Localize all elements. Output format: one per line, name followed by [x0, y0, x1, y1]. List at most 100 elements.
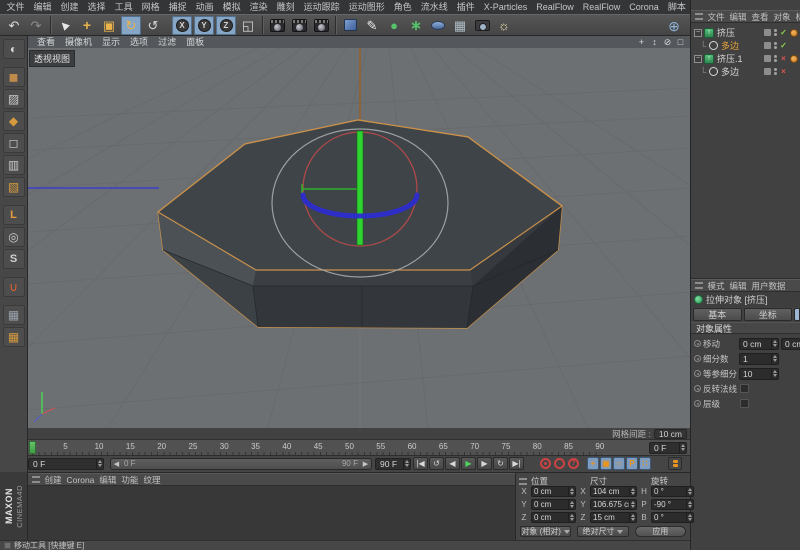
value-field[interactable]: 0 cm [531, 499, 576, 510]
am-menu-用户数据[interactable]: 用户数据 [749, 280, 788, 292]
play-forwards-button[interactable]: ▶ [461, 457, 476, 470]
rotate-view-icon[interactable]: ⊘ [662, 36, 673, 48]
menu-选择[interactable]: 选择 [83, 0, 110, 14]
live-selection-button[interactable]: ▶ [55, 16, 75, 35]
rotate-button[interactable]: ↻ [121, 16, 141, 35]
viewport-menu-选项[interactable]: 选项 [125, 36, 153, 48]
end-frame-field[interactable]: 90 F [375, 458, 411, 470]
stepper-down-icon[interactable] [631, 492, 635, 495]
material-menu-功能[interactable]: 功能 [119, 474, 141, 486]
autokeying-button[interactable] [553, 457, 566, 470]
key-rotation-button[interactable]: ○ [613, 457, 625, 470]
stepper-up-icon[interactable] [631, 501, 635, 504]
menu-网格[interactable]: 网格 [137, 0, 164, 14]
polygons-mode-button[interactable]: ▧ [3, 177, 25, 197]
panel-menu-icon[interactable] [695, 282, 703, 289]
stepper[interactable] [771, 369, 778, 379]
stepper[interactable] [686, 513, 693, 522]
stepper[interactable] [686, 500, 693, 509]
y-axis-handle[interactable] [357, 131, 363, 245]
value-field[interactable]: 0 cm [531, 486, 576, 497]
stepper-down-icon[interactable] [570, 505, 574, 508]
menu-创建[interactable]: 创建 [56, 0, 83, 14]
panel-menu-icon[interactable] [32, 476, 40, 483]
scale-button[interactable]: ▣ [99, 16, 119, 35]
stepper[interactable] [629, 500, 636, 509]
stepper-down-icon[interactable] [570, 492, 574, 495]
stepper[interactable] [679, 443, 686, 453]
menu-渲染[interactable]: 渲染 [245, 0, 272, 14]
value-field[interactable]: 0 cm [781, 338, 800, 350]
stepper[interactable] [771, 339, 778, 349]
om-menu-对象[interactable]: 对象 [771, 11, 793, 23]
render-settings-button[interactable] [311, 16, 331, 35]
range-right-arrow-icon[interactable]: ▶ [360, 460, 371, 468]
stepper-up-icon[interactable] [773, 355, 777, 358]
stepper-up-icon[interactable] [773, 370, 777, 373]
object-name[interactable]: 挤压.1 [717, 52, 763, 65]
animation-dot-icon[interactable] [694, 400, 701, 407]
menu-运动图形[interactable]: 运动图形 [344, 0, 389, 14]
value-field[interactable]: 104 cm [590, 486, 637, 497]
coord-mode-dropdown[interactable]: 对象 (相对) [520, 526, 571, 537]
menu-RealFlow[interactable]: RealFlow [578, 0, 625, 14]
stepper[interactable] [629, 513, 636, 522]
add-camera-button[interactable] [472, 16, 492, 35]
enabled-toggle[interactable]: × [779, 54, 788, 63]
material-menu-纹理[interactable]: 纹理 [141, 474, 163, 486]
stepper-down-icon[interactable] [688, 518, 692, 521]
key-point-level-button[interactable]: ∷ [639, 457, 651, 470]
previous-frame-button[interactable]: ◀ [445, 457, 460, 470]
phong-tag-icon[interactable] [790, 55, 798, 63]
menu-插件[interactable]: 插件 [452, 0, 479, 14]
value-field[interactable]: 15 cm [590, 512, 637, 523]
viewport-menu-显示[interactable]: 显示 [97, 36, 125, 48]
object-name[interactable]: 多边 [721, 65, 763, 78]
tab-object-partial[interactable] [794, 308, 800, 321]
loop-playback-button[interactable]: ↻ [493, 457, 508, 470]
object-row[interactable]: └多边✓ [691, 39, 800, 52]
stepper-up-icon[interactable] [688, 514, 692, 517]
layer-icon[interactable] [764, 29, 771, 36]
add-deformer-button[interactable] [428, 16, 448, 35]
add-spline-button[interactable]: ✎ [362, 16, 382, 35]
interface-globe-icon[interactable]: ⊕ [664, 17, 684, 35]
move-button[interactable]: + [77, 16, 97, 35]
phong-tag-icon[interactable] [790, 29, 798, 37]
animation-dot-icon[interactable] [694, 340, 701, 347]
render-picture-viewer-button[interactable] [289, 16, 309, 35]
om-menu-标签[interactable]: 标签 [793, 11, 800, 23]
stepper-down-icon[interactable] [631, 505, 635, 508]
range-left-arrow-icon[interactable]: ◀ [111, 460, 122, 468]
lock-workplane-button[interactable]: ▦ [3, 305, 25, 325]
expand-toggle[interactable]: − [694, 55, 702, 63]
magnet-snap-button[interactable]: ∪ [3, 277, 25, 297]
enabled-toggle[interactable]: ✓ [779, 41, 788, 50]
stepper-up-icon[interactable] [570, 501, 574, 504]
stepper-up-icon[interactable] [570, 514, 574, 517]
stepper-up-icon[interactable] [688, 488, 692, 491]
material-menu-编辑[interactable]: 编辑 [97, 474, 119, 486]
stepper-up-icon[interactable] [631, 488, 635, 491]
expand-toggle[interactable]: − [694, 29, 702, 37]
animation-dot-icon[interactable] [694, 370, 701, 377]
stepper-up-icon[interactable] [631, 514, 635, 517]
menu-脚本[interactable]: 脚本 [663, 0, 690, 14]
stepper[interactable] [96, 459, 103, 469]
checkbox[interactable] [740, 399, 749, 408]
undo-button[interactable]: ↶ [4, 16, 24, 35]
material-list-area[interactable] [28, 486, 515, 540]
keyframe-options-button[interactable]: ? [567, 457, 580, 470]
enable-axis-button[interactable]: L [3, 205, 25, 225]
lock-x-axis-button[interactable]: X [172, 16, 192, 35]
stepper-down-icon[interactable] [631, 518, 635, 521]
enable-snap-button[interactable]: S [3, 249, 25, 269]
menu-捕捉[interactable]: 捕捉 [164, 0, 191, 14]
menu-Corona[interactable]: Corona [625, 0, 664, 14]
workplane-mode-button[interactable]: ◆ [3, 111, 25, 131]
play-backwards-button[interactable]: ↺ [429, 457, 444, 470]
menu-文件[interactable]: 文件 [2, 0, 29, 14]
value-field[interactable]: -90 ° [651, 499, 694, 510]
value-field[interactable]: 10 [739, 368, 779, 380]
value-field[interactable]: 0 cm [531, 512, 576, 523]
